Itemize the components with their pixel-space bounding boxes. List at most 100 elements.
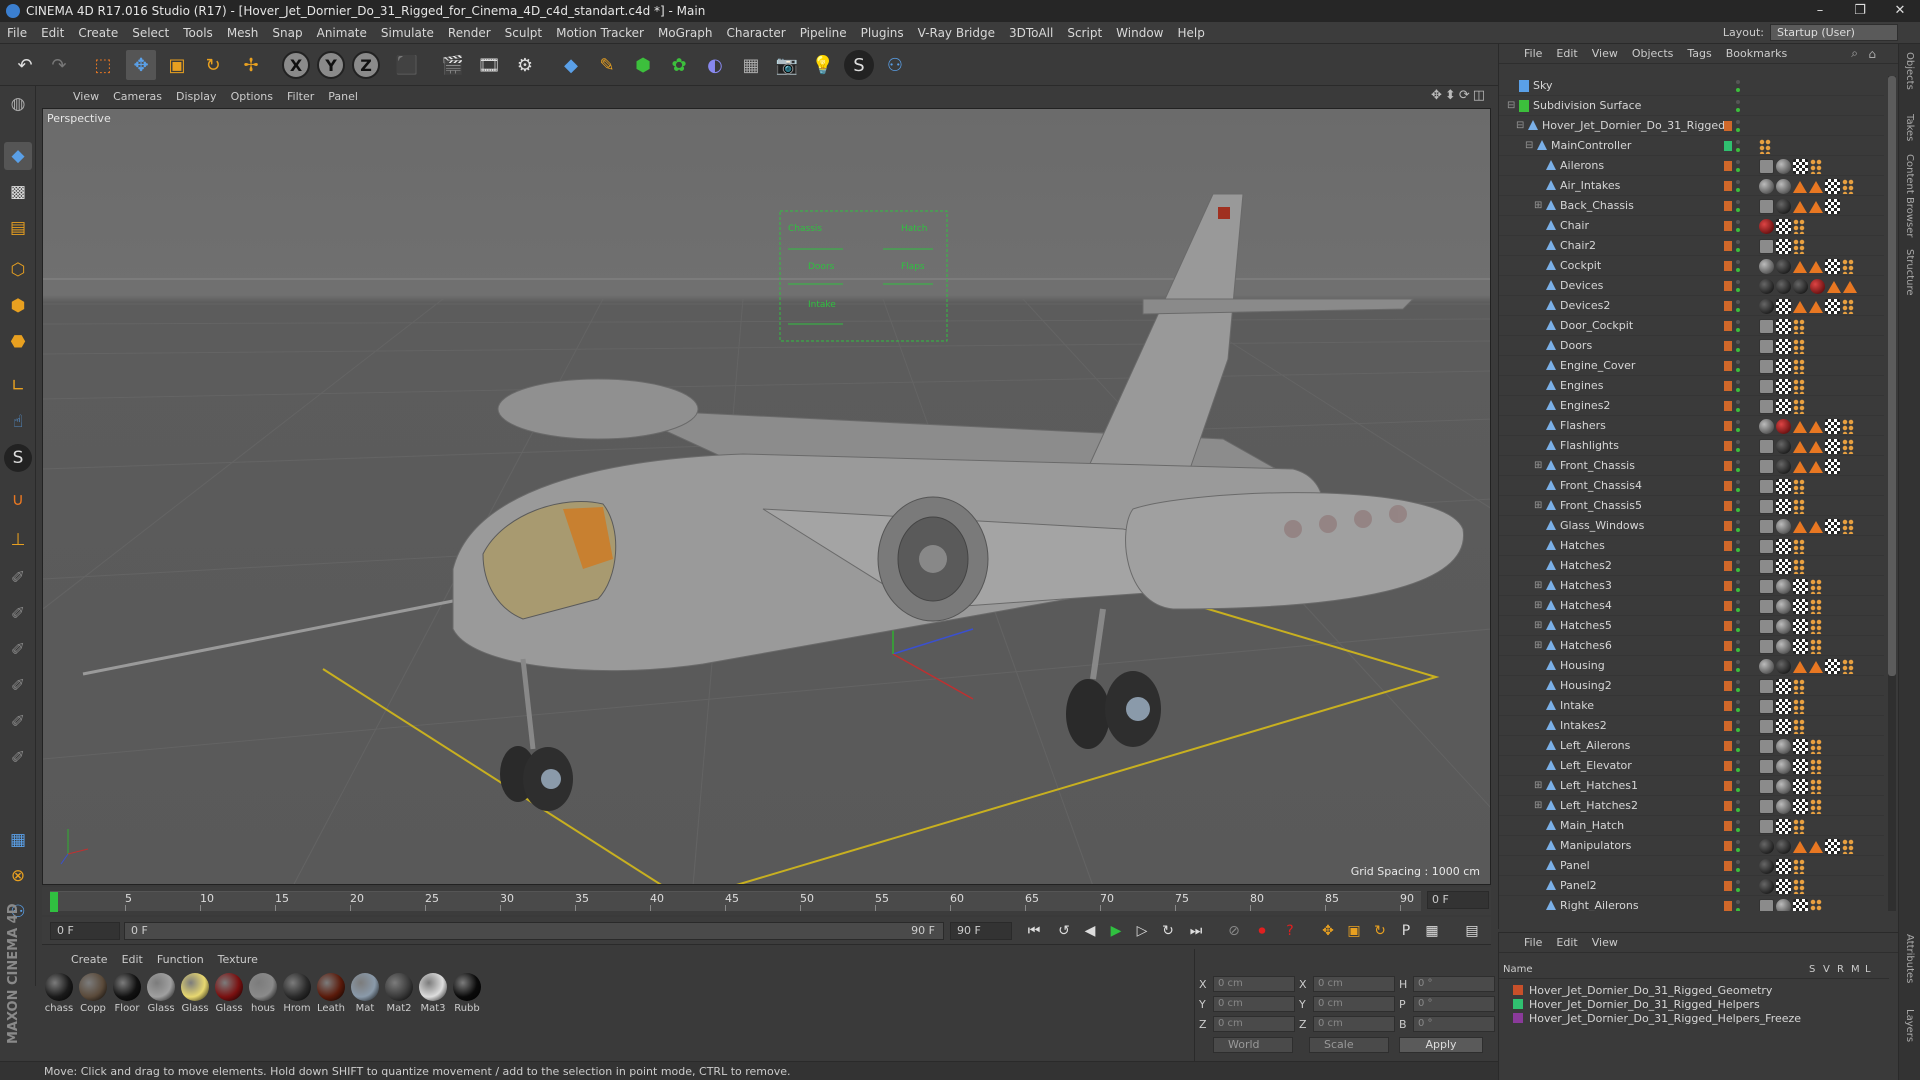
key-scale-icon[interactable]: ▣ [1342,920,1366,942]
keyframe-selection-icon[interactable]: ? [1278,920,1302,942]
editor-visibility-icon[interactable] [1736,580,1740,584]
layer-color-icon[interactable] [1724,181,1732,191]
render-visibility-icon[interactable] [1736,308,1740,312]
menu-animate[interactable]: Animate [310,26,374,40]
tex-tag-icon[interactable] [1776,559,1791,574]
object-row[interactable]: Sky [1499,76,1884,96]
tex-tag-icon[interactable] [1776,399,1791,414]
layer-color-icon[interactable] [1724,641,1732,651]
tex-tag-icon[interactable] [1793,759,1808,774]
mat-tag-icon[interactable] [1759,259,1774,274]
editor-visibility-icon[interactable] [1736,400,1740,404]
next-key-icon[interactable]: ↻ [1156,920,1180,942]
dots-tag-icon[interactable] [1793,379,1805,394]
tex-tag-icon[interactable] [1793,159,1808,174]
phong-tag-icon[interactable] [1759,499,1774,514]
tri-tag-icon[interactable] [1809,841,1823,853]
editor-visibility-icon[interactable] [1736,540,1740,544]
scale-tool-icon[interactable]: ▣ [162,50,192,80]
menu-sculpt[interactable]: Sculpt [498,26,549,40]
dots-tag-icon[interactable] [1759,139,1771,154]
dots-tag-icon[interactable] [1793,319,1805,334]
tri-tag-icon[interactable] [1809,201,1823,213]
phong-tag-icon[interactable] [1759,359,1774,374]
tex-tag-icon[interactable] [1776,339,1791,354]
recent-tools-icon[interactable]: ✢ [236,50,266,80]
render-visibility-icon[interactable] [1736,608,1740,612]
mat-tag-icon[interactable] [1776,579,1791,594]
render-visibility-icon[interactable] [1736,708,1740,712]
dots-tag-icon[interactable] [1793,699,1805,714]
om-home-icon[interactable]: ⌂ [1868,47,1876,61]
dots-tag-icon[interactable] [1810,779,1822,794]
render-visibility-icon[interactable] [1736,208,1740,212]
object-row[interactable]: Intakes2 [1499,716,1884,736]
material-swatch[interactable]: Glass [214,973,244,1014]
layer-color-icon[interactable] [1724,541,1732,551]
tex-tag-icon[interactable] [1776,379,1791,394]
render-visibility-icon[interactable] [1736,748,1740,752]
material-swatch[interactable]: Glass [180,973,210,1014]
lm-menu-view[interactable]: View [1585,936,1625,949]
timeline-window-icon[interactable]: ▤ [1460,920,1484,942]
render-picture-viewer-icon[interactable]: 🎞 [474,50,504,80]
expand-toggle-icon[interactable]: ⊟ [1507,96,1515,116]
expand-toggle-icon[interactable]: ⊞ [1534,596,1542,616]
object-row[interactable]: Doors [1499,336,1884,356]
expand-toggle-icon[interactable]: ⊞ [1534,196,1542,216]
dots-tag-icon[interactable] [1793,479,1805,494]
phong-tag-icon[interactable] [1759,599,1774,614]
next-frame-icon[interactable]: ▷ [1130,920,1154,942]
object-row[interactable]: Panel [1499,856,1884,876]
object-row[interactable]: Manipulators [1499,836,1884,856]
dots-tag-icon[interactable] [1842,179,1854,194]
tweak-mode-icon[interactable]: ☝ [4,408,32,436]
menu-create[interactable]: Create [71,26,125,40]
om-menu-view[interactable]: View [1585,47,1625,60]
hover-jet-model[interactable] [82,193,1464,811]
menu-motion-tracker[interactable]: Motion Tracker [549,26,651,40]
dark-tag-icon[interactable] [1759,879,1774,894]
close-button[interactable]: ✕ [1880,0,1920,22]
render-view-icon[interactable]: 🎬 [438,50,468,80]
render-visibility-icon[interactable] [1736,528,1740,532]
dark-tag-icon[interactable] [1776,659,1791,674]
editor-visibility-icon[interactable] [1736,700,1740,704]
menu-file[interactable]: File [0,26,34,40]
object-row[interactable]: Cockpit [1499,256,1884,276]
dots-tag-icon[interactable] [1810,599,1822,614]
layout-dropdown[interactable]: Startup (User) [1770,24,1898,41]
object-row[interactable]: ⊟ Hover_Jet_Dornier_Do_31_Rigged [1499,116,1884,136]
editor-visibility-icon[interactable] [1736,660,1740,664]
object-row[interactable]: Flashlights [1499,436,1884,456]
brush-tool-4-icon[interactable]: ✐ [4,672,32,700]
tex-tag-icon[interactable] [1793,899,1808,911]
tri-tag-icon[interactable] [1809,301,1823,313]
render-settings-icon[interactable]: ⚙ [510,50,540,80]
phong-tag-icon[interactable] [1759,239,1774,254]
editor-visibility-icon[interactable] [1736,780,1740,784]
dots-tag-icon[interactable] [1810,799,1822,814]
dots-tag-icon[interactable] [1842,299,1854,314]
rotation-p-field[interactable]: 0 ° [1413,996,1495,1012]
workplane-mode-icon[interactable]: ▤ [4,214,32,242]
editor-visibility-icon[interactable] [1736,160,1740,164]
red-tag-icon[interactable] [1776,419,1791,434]
editor-visibility-icon[interactable] [1736,100,1740,104]
dots-tag-icon[interactable] [1793,819,1805,834]
dark-tag-icon[interactable] [1776,199,1791,214]
render-visibility-icon[interactable] [1736,888,1740,892]
editor-visibility-icon[interactable] [1736,500,1740,504]
menu-render[interactable]: Render [441,26,498,40]
material-swatch[interactable]: Glass [146,973,176,1014]
tex-tag-icon[interactable] [1793,599,1808,614]
undo-icon[interactable]: ↶ [10,50,40,80]
phong-tag-icon[interactable] [1759,619,1774,634]
render-visibility-icon[interactable] [1736,148,1740,152]
tri-tag-icon[interactable] [1827,281,1841,293]
object-row[interactable]: Devices [1499,276,1884,296]
axis-mode-icon[interactable]: ∟ [4,372,32,400]
layer-color-swatch[interactable] [1513,1013,1523,1023]
tex-tag-icon[interactable] [1825,199,1840,214]
tri-tag-icon[interactable] [1809,461,1823,473]
